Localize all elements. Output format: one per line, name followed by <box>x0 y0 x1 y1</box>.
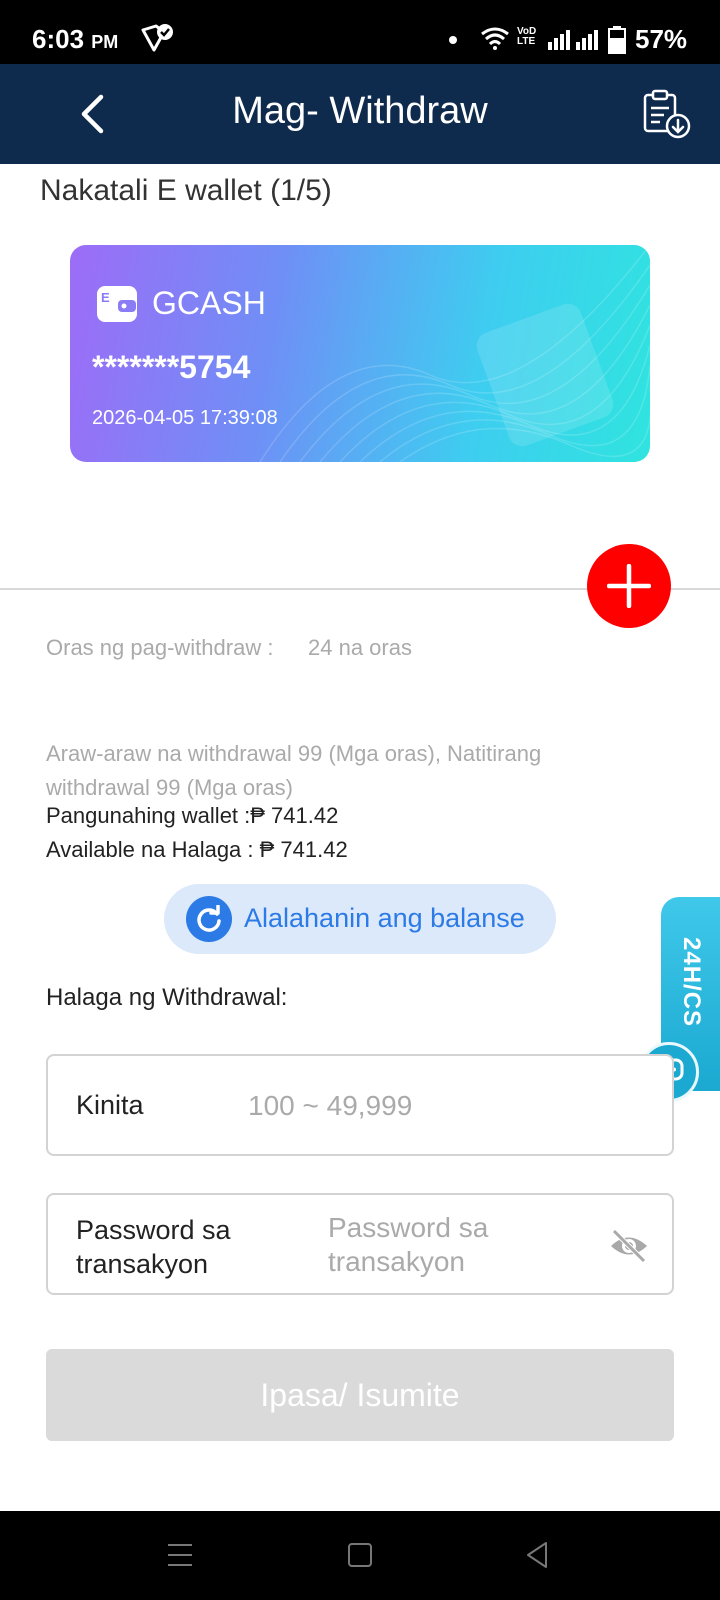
volte-icon: VoD LTE <box>517 26 537 47</box>
eye-off-icon[interactable] <box>608 1227 650 1265</box>
battery-icon <box>608 26 626 54</box>
available-amount: Available na Halaga : ₱ 741.42 <box>46 837 348 862</box>
password-field-label: Password sa transakyon <box>76 1215 231 1279</box>
status-time-value: 6:03 <box>32 24 85 54</box>
amount-field: Kinita <box>46 1054 674 1156</box>
withdraw-page: 6:03 PM VoD LTE 57% Mag- Withdraw Nakata… <box>0 0 720 1600</box>
svg-text:E: E <box>101 290 110 305</box>
menu-icon[interactable] <box>164 1539 196 1571</box>
ewallet-icon: E <box>97 286 137 322</box>
wallet-account-number: *******5754 <box>92 349 251 385</box>
refresh-icon <box>186 896 232 942</box>
wallet-bound-date: 2026-04-05 17:39:08 <box>92 407 278 429</box>
wifi-icon <box>481 27 509 50</box>
battery-percent: 57% <box>635 24 688 54</box>
transaction-password-input[interactable] <box>328 1211 588 1281</box>
status-ampm: PM <box>91 32 119 52</box>
recall-balance-label: Alalahanin ang balanse <box>244 903 525 933</box>
check-shield-icon <box>141 24 173 52</box>
recall-balance-button[interactable]: Alalahanin ang balanse <box>164 884 556 954</box>
back-triangle-icon[interactable] <box>522 1539 554 1571</box>
main-wallet-balance: Pangunahing wallet :₱ 741.42 <box>46 803 339 828</box>
amount-input[interactable] <box>248 1086 628 1126</box>
page-title: Mag- Withdraw <box>232 90 488 132</box>
home-square-icon[interactable] <box>344 1539 376 1571</box>
withdraw-time-value: 24 na oras <box>308 635 412 660</box>
wallet-brand-name: GCASH <box>152 285 266 321</box>
notification-dot-icon <box>449 36 457 44</box>
signal-bars-icon <box>548 30 598 50</box>
customer-service-label: 24H/CS <box>678 937 705 1028</box>
withdraw-history-icon[interactable] <box>640 88 694 142</box>
wallet-card-gcash[interactable]: E GCASH *******5754 2026-04-05 17:39:08 <box>70 245 650 462</box>
withdraw-amount-title: Halaga ng Withdrawal: <box>46 984 288 1011</box>
app-header: Mag- Withdraw <box>0 64 720 164</box>
submit-button[interactable]: Ipasa/ Isumite <box>46 1349 674 1441</box>
status-time: 6:03 PM <box>32 24 118 55</box>
status-bar: 6:03 PM VoD LTE 57% <box>0 0 720 64</box>
plus-icon <box>607 564 651 608</box>
add-wallet-button[interactable] <box>587 544 671 628</box>
amount-field-label: Kinita <box>76 1090 144 1120</box>
system-nav-bar <box>0 1511 720 1600</box>
daily-withdrawal-info: Araw-araw na withdrawal 99 (Mga oras), N… <box>46 741 542 800</box>
withdraw-time-label: Oras ng pag-withdraw : <box>46 635 274 660</box>
transaction-password-field: Password sa transakyon <box>46 1193 674 1295</box>
bound-wallet-title: Nakatali E wallet (1/5) <box>40 174 332 207</box>
